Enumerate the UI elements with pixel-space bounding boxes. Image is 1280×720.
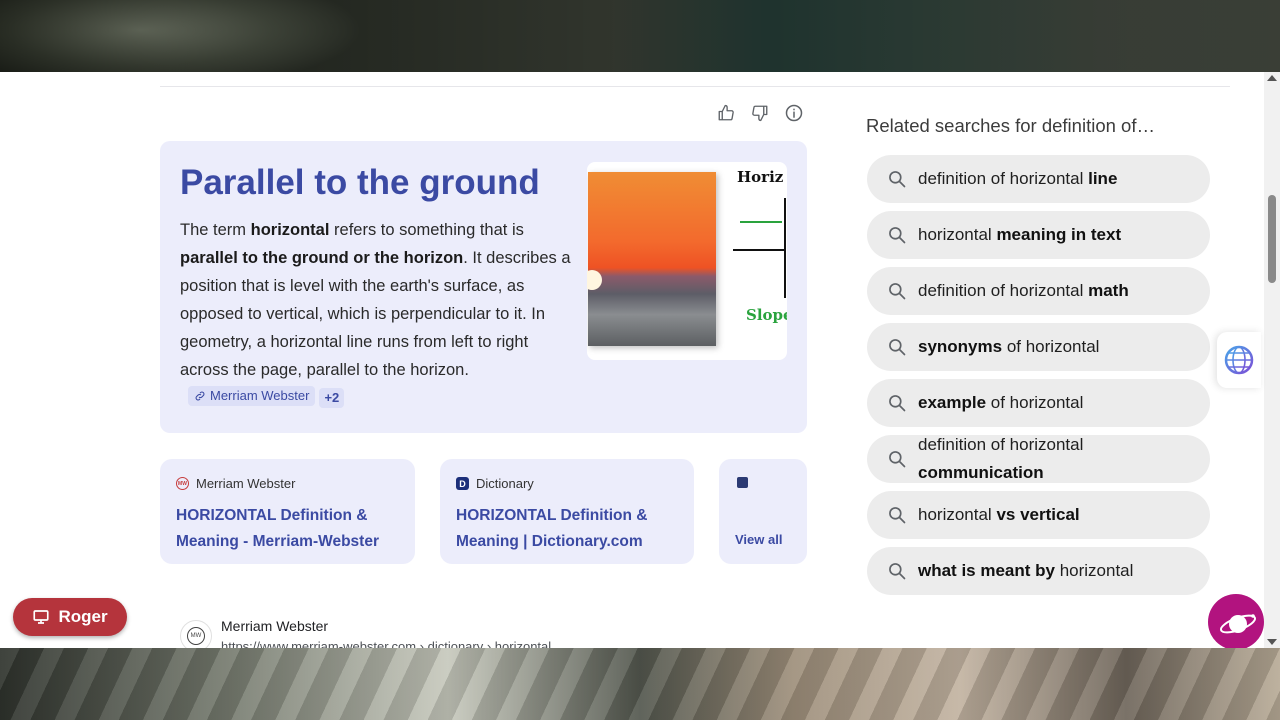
answer-text-segment: refers to something that is xyxy=(329,221,524,239)
source-header: D Dictionary xyxy=(456,476,534,491)
sunset-image xyxy=(587,172,716,346)
view-all-card[interactable]: View all xyxy=(719,459,807,564)
answer-card: Parallel to the ground The term horizont… xyxy=(160,141,807,433)
related-text-segment: horizontal xyxy=(918,505,997,524)
ai-assistant-side-button[interactable] xyxy=(1217,332,1261,388)
search-icon xyxy=(889,563,906,580)
result-url[interactable]: https://www.merriam-webster.com › dictio… xyxy=(221,639,551,648)
more-sources-chip[interactable]: +2 xyxy=(319,388,345,408)
related-search-text: horizontal vs vertical xyxy=(918,501,1198,529)
related-text-segment: definition of horizontal xyxy=(918,435,1084,454)
related-text-segment: definition of horizontal xyxy=(918,281,1089,300)
answer-text-segment: The term xyxy=(180,221,251,239)
related-search-text: synonyms of horizontal xyxy=(918,333,1198,361)
source-site: Merriam Webster xyxy=(196,476,296,491)
related-search-item[interactable]: definition of horizontal line xyxy=(867,155,1210,203)
source-chip[interactable]: Merriam Webster xyxy=(188,386,316,406)
related-bold-term: what is meant by xyxy=(918,561,1055,580)
answer-paragraph: The term horizontal refers to something … xyxy=(180,221,571,379)
source-site: Dictionary xyxy=(476,476,534,491)
profile-button[interactable]: Roger xyxy=(13,598,127,636)
horizontal-diagram-image: Horiz Slope xyxy=(730,162,787,360)
search-icon xyxy=(889,451,906,468)
related-text-segment: of horizontal xyxy=(986,393,1084,412)
divider xyxy=(160,86,1230,87)
related-search-text: example of horizontal xyxy=(918,389,1198,417)
page-scrollbar[interactable] xyxy=(1264,72,1280,648)
answer-text-segment: . It describes a position that is level … xyxy=(180,249,571,379)
background-photo-bottom xyxy=(0,648,1280,720)
source-title-link[interactable]: HORIZONTAL Definition & Meaning - Merria… xyxy=(176,503,396,555)
answer-bold-term: horizontal xyxy=(250,221,330,239)
merriam-webster-favicon-icon: MW xyxy=(176,477,189,490)
site-favicon-icon xyxy=(737,477,748,488)
scroll-down-arrow-icon[interactable] xyxy=(1267,639,1277,645)
search-icon xyxy=(889,227,906,244)
related-bold-term: vertical xyxy=(1020,505,1080,524)
feedback-icons xyxy=(715,102,805,124)
related-search-item[interactable]: what is meant by horizontal xyxy=(867,547,1210,595)
search-results-page: Parallel to the ground The term horizont… xyxy=(0,72,1280,648)
related-search-item[interactable]: definition of horizontal math xyxy=(867,267,1210,315)
background-photo-top xyxy=(0,0,1280,72)
source-title-link[interactable]: HORIZONTAL Definition & Meaning | Dictio… xyxy=(456,503,676,555)
diagram-label: Slope xyxy=(746,306,787,324)
related-search-item[interactable]: horizontal vs vertical xyxy=(867,491,1210,539)
more-info-icon[interactable] xyxy=(783,102,805,124)
search-icon xyxy=(889,171,906,188)
related-bold-term: vs xyxy=(996,505,1016,524)
related-searches-title: Related searches for definition of… xyxy=(866,115,1155,136)
answer-title: Parallel to the ground xyxy=(180,163,540,202)
monitor-icon xyxy=(33,610,50,624)
dictionary-favicon-icon: D xyxy=(456,477,469,490)
search-icon xyxy=(889,507,906,524)
related-search-text: horizontal meaning in text xyxy=(918,221,1198,249)
related-bold-term: line xyxy=(1088,169,1118,188)
related-search-item[interactable]: definition of horizontal communication xyxy=(867,435,1210,483)
sun-shape xyxy=(587,270,602,290)
source-header: MW Merriam Webster xyxy=(176,476,295,491)
related-search-text: definition of horizontal line xyxy=(918,165,1198,193)
planet-icon xyxy=(1219,614,1257,634)
related-search-item[interactable]: example of horizontal xyxy=(867,379,1210,427)
related-text-segment: definition of horizontal xyxy=(918,169,1089,188)
answer-image[interactable]: Horiz Slope xyxy=(587,162,787,360)
search-icon xyxy=(889,283,906,300)
result-site-name: Merriam Webster xyxy=(221,618,329,634)
scrollbar-thumb[interactable] xyxy=(1268,195,1276,283)
related-bold-term: math xyxy=(1088,281,1129,300)
related-bold-term: synonyms xyxy=(918,337,1003,356)
link-icon xyxy=(195,391,205,401)
diagram-lines xyxy=(733,198,786,298)
search-icon xyxy=(889,395,906,412)
view-all-link[interactable]: View all xyxy=(735,532,782,547)
related-bold-term: example xyxy=(918,393,987,412)
related-bold-term: communication xyxy=(918,463,1044,482)
scroll-up-arrow-icon[interactable] xyxy=(1267,75,1277,81)
thumbs-down-icon[interactable] xyxy=(749,102,771,124)
merriam-webster-favicon-icon: MW xyxy=(180,620,212,648)
answer-bold-term: parallel to the ground or the horizon xyxy=(180,249,464,267)
related-text-segment: horizontal xyxy=(918,225,997,244)
related-text-segment: horizontal xyxy=(1054,561,1134,580)
source-chip-label: Merriam Webster xyxy=(210,388,310,403)
related-search-text: definition of horizontal math xyxy=(918,277,1198,305)
search-icon xyxy=(889,339,906,356)
related-search-text: definition of horizontal communication xyxy=(918,431,1198,487)
source-card-dictionary[interactable]: D Dictionary HORIZONTAL Definition & Mea… xyxy=(440,459,694,564)
source-card-merriam[interactable]: MW Merriam Webster HORIZONTAL Definition… xyxy=(160,459,415,564)
related-bold-term: meaning in text xyxy=(996,225,1122,244)
related-search-text: what is meant by horizontal xyxy=(918,557,1198,585)
answer-text: The term horizontal refers to something … xyxy=(180,216,575,412)
related-text-segment: of horizontal xyxy=(1002,337,1100,356)
related-searches-list: definition of horizontal line horizontal … xyxy=(867,155,1210,603)
thumbs-up-icon[interactable] xyxy=(715,102,737,124)
profile-name: Roger xyxy=(58,607,108,626)
related-search-item[interactable]: horizontal meaning in text xyxy=(867,211,1210,259)
ai-assistant-corner-button[interactable] xyxy=(1208,594,1264,648)
globe-ai-icon xyxy=(1224,345,1254,375)
related-search-item[interactable]: synonyms of horizontal xyxy=(867,323,1210,371)
